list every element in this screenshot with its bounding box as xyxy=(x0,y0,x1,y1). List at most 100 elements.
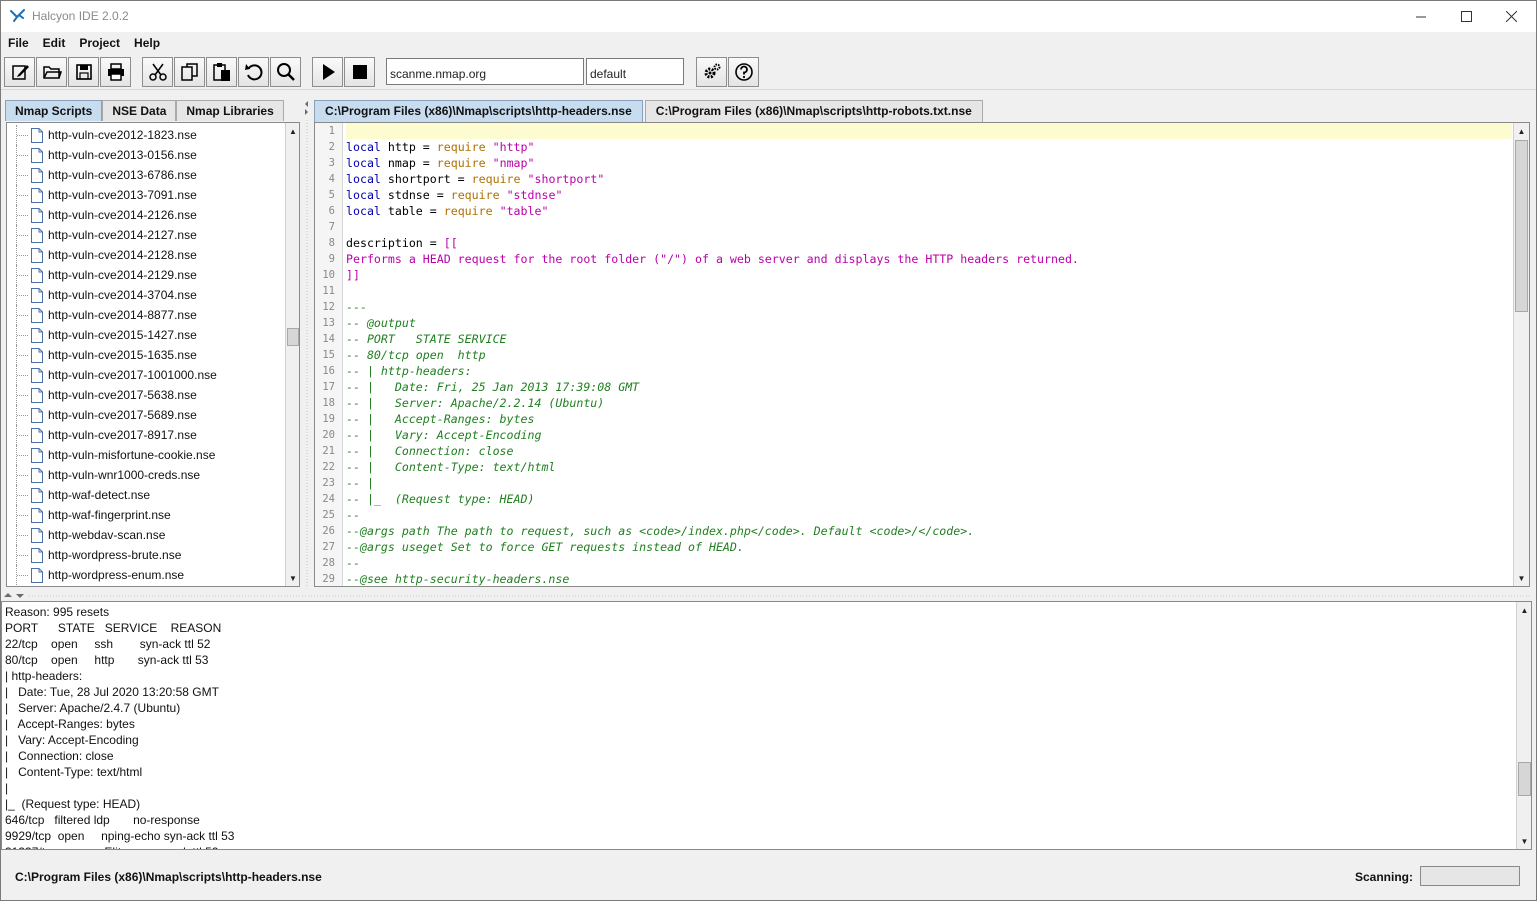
menu-edit[interactable]: Edit xyxy=(36,33,73,53)
scroll-down-arrow-icon[interactable]: ▼ xyxy=(1517,833,1531,849)
scroll-up-arrow-icon[interactable]: ▲ xyxy=(286,123,299,139)
code-token: "stdnse" xyxy=(506,188,563,202)
menu-help[interactable]: Help xyxy=(127,33,167,53)
horizontal-splitter[interactable] xyxy=(1,590,1536,600)
scroll-up-arrow-icon[interactable]: ▲ xyxy=(1514,123,1529,139)
output-line: | Connection: close xyxy=(5,749,114,763)
tree-item-label: http-vuln-cve2015-1427.nse xyxy=(48,328,197,342)
tree-item[interactable]: http-vuln-cve2014-3704.nse xyxy=(7,285,285,305)
tree-item[interactable]: http-vuln-cve2017-8917.nse xyxy=(7,425,285,445)
code-token: -- | http-headers: xyxy=(346,364,472,378)
line-number: 8 xyxy=(328,237,335,249)
copy-button[interactable] xyxy=(174,57,205,87)
undo-button[interactable] xyxy=(238,57,269,87)
title-bar: Halcyon IDE 2.0.2 xyxy=(1,1,1536,32)
tree-branch-line xyxy=(16,485,28,505)
stop-button[interactable] xyxy=(344,57,375,87)
scan-output-panel[interactable]: Reason: 995 resets PORT STATE SERVICE REA… xyxy=(1,601,1532,850)
tree-item[interactable]: http-waf-fingerprint.nse xyxy=(7,505,285,525)
scroll-up-arrow-icon[interactable]: ▲ xyxy=(1517,602,1531,618)
tab-nmap-libraries[interactable]: Nmap Libraries xyxy=(176,100,284,121)
tree-branch-line xyxy=(16,245,28,265)
tree-item[interactable]: http-webdav-scan.nse xyxy=(7,525,285,545)
code-line: 9 Performs a HEAD request for the root fo… xyxy=(329,251,1512,267)
line-number: 9 xyxy=(328,253,335,265)
tree-item[interactable]: http-wordpress-enum.nse xyxy=(7,565,285,585)
search-button[interactable] xyxy=(270,57,301,87)
tree-item[interactable]: http-waf-detect.nse xyxy=(7,485,285,505)
help-button[interactable] xyxy=(728,57,759,87)
line-number: 29 xyxy=(322,573,335,585)
file-icon xyxy=(31,248,43,263)
print-button[interactable] xyxy=(100,57,131,87)
tree-item[interactable]: http-vuln-cve2012-1823.nse xyxy=(7,125,285,145)
cut-button[interactable] xyxy=(142,57,173,87)
script-tree-panel: http-vuln-cve2012-1823.nse http-vuln-cve2… xyxy=(6,122,300,587)
save-button[interactable] xyxy=(68,57,99,87)
tree-item[interactable]: http-vuln-cve2017-1001000.nse xyxy=(7,365,285,385)
code-line: 20 -- | Vary: Accept-Encoding xyxy=(322,427,1512,443)
tree-item[interactable]: http-vuln-cve2013-6786.nse xyxy=(7,165,285,185)
code-token: -- |_ (Request type: HEAD) xyxy=(346,492,535,506)
line-number: 26 xyxy=(322,525,335,537)
tree-item[interactable]: http-wordpress-brute.nse xyxy=(7,545,285,565)
tab-nse-data[interactable]: NSE Data xyxy=(102,100,177,121)
menu-project[interactable]: Project xyxy=(72,33,127,53)
output-scroll-thumb[interactable] xyxy=(1518,762,1531,796)
code-token: require xyxy=(436,140,486,154)
minimize-button[interactable] xyxy=(1398,1,1444,32)
tree-item[interactable]: http-vuln-cve2014-2129.nse xyxy=(7,265,285,285)
code-token: -- @output xyxy=(346,316,416,330)
code-token: -- | Vary: Accept-Encoding xyxy=(346,428,542,442)
tree-item[interactable]: http-vuln-cve2014-8877.nse xyxy=(7,305,285,325)
close-button[interactable] xyxy=(1488,1,1534,32)
tree-item[interactable]: http-vuln-cve2015-1427.nse xyxy=(7,325,285,345)
tree-item[interactable]: http-vuln-cve2015-1635.nse xyxy=(7,345,285,365)
file-icon xyxy=(31,228,43,243)
code-token: -- xyxy=(346,508,360,522)
new-file-button[interactable] xyxy=(4,57,35,87)
tree-item[interactable]: http-vuln-cve2014-2128.nse xyxy=(7,245,285,265)
code-token: table = xyxy=(380,204,444,218)
tree-item[interactable]: http-vuln-cve2014-2127.nse xyxy=(7,225,285,245)
tab-nmap-scripts[interactable]: Nmap Scripts xyxy=(5,100,103,121)
line-number: 15 xyxy=(322,349,335,361)
new-file-icon xyxy=(11,65,29,80)
vertical-splitter[interactable] xyxy=(303,100,311,589)
tree-branch-line xyxy=(16,125,28,145)
code-line: 16 -- | http-headers: xyxy=(322,363,1512,379)
run-button[interactable] xyxy=(312,57,343,87)
tree-scrollbar[interactable]: ▲ ▼ xyxy=(285,123,299,586)
editor-scrollbar[interactable]: ▲ ▼ xyxy=(1513,123,1529,586)
target-host-input[interactable] xyxy=(386,58,584,85)
menu-file[interactable]: File xyxy=(1,33,36,53)
script-category-input[interactable] xyxy=(586,58,684,85)
toolbar xyxy=(1,54,1536,90)
tree-scroll-thumb[interactable] xyxy=(287,328,299,346)
tree-item[interactable]: http-vuln-cve2013-7091.nse xyxy=(7,185,285,205)
scroll-down-arrow-icon[interactable]: ▼ xyxy=(286,570,299,586)
code-token: "nmap" xyxy=(492,156,535,170)
tree-item[interactable]: http-vuln-misfortune-cookie.nse xyxy=(7,445,285,465)
open-button[interactable] xyxy=(36,57,67,87)
paste-button[interactable] xyxy=(206,57,237,87)
line-number: 6 xyxy=(328,205,335,217)
tree-item[interactable]: http-vuln-cve2017-5689.nse xyxy=(7,405,285,425)
tree-item[interactable]: http-vuln-cve2014-2126.nse xyxy=(7,205,285,225)
settings-button[interactable] xyxy=(696,57,727,87)
code-token: -- | Connection: close xyxy=(346,444,514,458)
tree-item[interactable]: http-vuln-cve2017-5638.nse xyxy=(7,385,285,405)
output-scrollbar[interactable]: ▲ ▼ xyxy=(1516,602,1531,849)
editor-scroll-thumb[interactable] xyxy=(1515,140,1528,312)
tab-http-headers[interactable]: C:\Program Files (x86)\Nmap\scripts\http… xyxy=(314,100,643,122)
scroll-down-arrow-icon[interactable]: ▼ xyxy=(1514,570,1529,586)
tab-http-robots[interactable]: C:\Program Files (x86)\Nmap\scripts\http… xyxy=(644,100,983,122)
tree-item[interactable]: http-vuln-cve2013-0156.nse xyxy=(7,145,285,165)
halcyon-ide-window: Halcyon IDE 2.0.2 File Edit Project Help xyxy=(0,0,1537,901)
maximize-button[interactable] xyxy=(1443,1,1489,32)
code-editor[interactable]: 1 2 local http = require "http" 3 local nmap… xyxy=(314,122,1530,587)
tree-item[interactable]: http-vuln-wnr1000-creds.nse xyxy=(7,465,285,485)
code-area[interactable]: 1 2 local http = require "http" 3 local nmap… xyxy=(322,123,1512,586)
output-line: | Vary: Accept-Encoding xyxy=(5,733,139,747)
code-token: --- xyxy=(346,300,367,314)
